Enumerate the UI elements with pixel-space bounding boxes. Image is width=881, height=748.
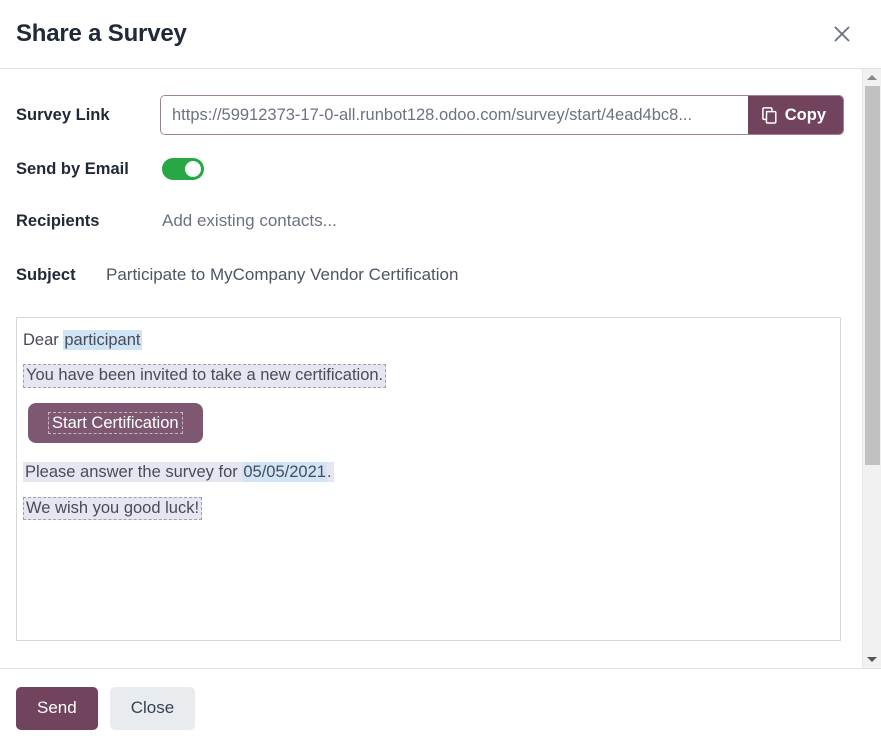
recipients-row: Recipients bbox=[16, 195, 844, 247]
email-answer-paragraph: Please answer the survey for 05/05/2021. bbox=[23, 461, 828, 483]
send-by-email-toggle[interactable] bbox=[162, 158, 204, 180]
greeting-participant-placeholder[interactable]: participant bbox=[63, 330, 141, 350]
email-cta-paragraph: Start Certification bbox=[23, 401, 828, 444]
scrollbar-track[interactable] bbox=[863, 86, 881, 651]
email-invite-line[interactable]: You have been invited to take a new cert… bbox=[23, 364, 386, 387]
dialog-body-wrap: Survey Link Copy bbox=[0, 69, 881, 668]
start-certification-button[interactable]: Start Certification bbox=[28, 403, 203, 444]
dialog-header: Share a Survey bbox=[0, 0, 881, 69]
survey-link-label: Survey Link bbox=[16, 106, 160, 125]
scrollbar-down-button[interactable] bbox=[863, 651, 881, 668]
email-closing-line[interactable]: We wish you good luck! bbox=[23, 497, 202, 520]
recipients-label: Recipients bbox=[16, 212, 160, 231]
close-dialog-button[interactable]: Close bbox=[110, 687, 195, 729]
greeting-prefix-text: Dear bbox=[23, 331, 63, 349]
send-button[interactable]: Send bbox=[16, 687, 98, 729]
recipients-input[interactable] bbox=[162, 211, 562, 231]
email-invite-paragraph: You have been invited to take a new cert… bbox=[23, 364, 828, 387]
scrollbar-thumb[interactable] bbox=[865, 86, 880, 465]
send-by-email-label: Send by Email bbox=[16, 160, 160, 179]
start-certification-label: Start Certification bbox=[48, 412, 183, 435]
share-survey-dialog: Share a Survey Survey Link bbox=[0, 0, 881, 748]
send-by-email-row: Send by Email bbox=[16, 147, 844, 191]
copy-link-button[interactable]: Copy bbox=[748, 96, 843, 134]
copy-icon bbox=[762, 107, 778, 124]
email-greeting-paragraph: Dear participant bbox=[23, 329, 828, 351]
page-title: Share a Survey bbox=[16, 21, 825, 47]
email-closing-paragraph: We wish you good luck! bbox=[23, 497, 828, 520]
dialog-scrollbar[interactable] bbox=[862, 69, 881, 668]
close-icon bbox=[831, 23, 853, 45]
survey-link-row: Survey Link Copy bbox=[16, 87, 844, 143]
triangle-down-icon bbox=[867, 657, 877, 662]
dialog-body: Survey Link Copy bbox=[0, 69, 862, 668]
email-body-editor[interactable]: Dear participant You have been invited t… bbox=[16, 317, 841, 641]
close-button[interactable] bbox=[825, 17, 859, 51]
survey-link-input[interactable] bbox=[161, 96, 748, 134]
survey-link-group: Copy bbox=[160, 95, 844, 135]
answer-prefix-text: Please answer the survey for bbox=[25, 463, 242, 481]
answer-deadline-date[interactable]: 05/05/2021 bbox=[242, 462, 327, 482]
subject-input[interactable] bbox=[106, 265, 726, 285]
email-answer-line[interactable]: Please answer the survey for 05/05/2021. bbox=[23, 462, 334, 482]
copy-link-label: Copy bbox=[785, 106, 826, 125]
toggle-knob bbox=[185, 161, 201, 177]
subject-label: Subject bbox=[16, 266, 104, 285]
email-greeting-line: Dear participant bbox=[23, 329, 828, 351]
subject-row: Subject bbox=[16, 251, 844, 299]
triangle-up-icon bbox=[867, 75, 877, 80]
scrollbar-up-button[interactable] bbox=[863, 69, 881, 86]
dialog-footer: Send Close bbox=[0, 668, 881, 748]
answer-suffix-text: . bbox=[327, 463, 332, 481]
